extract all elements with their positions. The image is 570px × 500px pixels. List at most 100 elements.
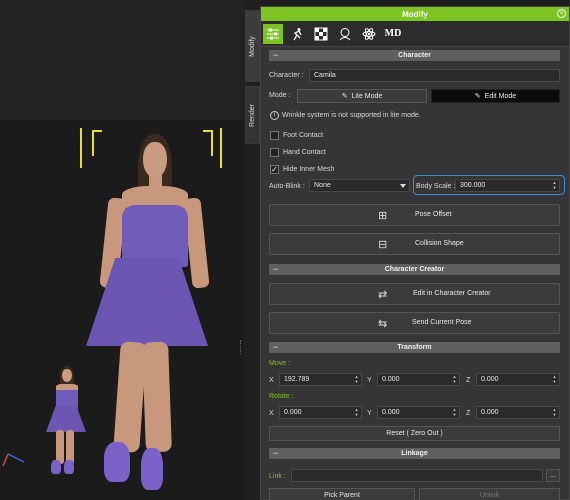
spinner-arrows-icon[interactable]: ▲ ▼ — [451, 374, 458, 385]
md-logo[interactable]: MD — [383, 24, 403, 44]
reset-transform-label: Reset ( Zero Out ) — [386, 430, 443, 437]
move-x-input[interactable]: 192.789 ▲ ▼ — [279, 373, 362, 386]
character-name-field[interactable]: Camila — [309, 69, 560, 82]
auto-blink-value: None — [314, 182, 331, 189]
panel-title-bar: Modify × — [261, 7, 569, 21]
hide-inner-mesh-label: Hide Inner Mesh — [283, 166, 335, 173]
shoe — [141, 448, 163, 490]
move-y-value: 0.000 — [382, 376, 400, 383]
viewport-background — [0, 0, 244, 120]
move-y-axis-label: Y — [367, 377, 372, 384]
edit-mode-label: Edit Mode — [484, 92, 517, 100]
hide-inner-mesh-checkbox[interactable]: ✓ — [270, 165, 279, 174]
spinner-arrows-icon[interactable]: ▲ ▼ — [353, 407, 360, 418]
rotate-x-input[interactable]: 0.000 ▲ ▼ — [279, 406, 362, 419]
run-icon[interactable] — [287, 24, 307, 44]
spinner-arrows-icon[interactable]: ▲ ▼ — [353, 374, 360, 385]
section-transform-title: Transform — [397, 344, 432, 351]
rotate-z-input[interactable]: 0.000 ▲ ▼ — [476, 406, 560, 419]
pencil-icon: ✎ — [341, 93, 348, 100]
chevron-down-icon — [400, 184, 406, 188]
edit-in-cc-button[interactable]: ⇄ Edit in Character Creator — [269, 283, 560, 305]
character-creator-icon: ⇄ — [378, 289, 388, 301]
selection-bracket — [92, 130, 102, 156]
body-scale-input[interactable]: 300.000 ▲ ▼ — [455, 179, 560, 192]
pose-offset-icon: ⊞ — [378, 210, 388, 222]
move-label: Move : — [269, 360, 291, 367]
collision-shape-button[interactable]: ⊟ Collision Shape — [269, 233, 560, 255]
rotate-y-axis-label: Y — [367, 410, 372, 417]
collapse-icon[interactable]: − — [273, 342, 278, 352]
info-icon: i — [270, 111, 279, 120]
panel-toolbar: MD — [261, 21, 569, 47]
collision-shape-icon: ⊟ — [378, 239, 388, 251]
spinner-arrows-icon[interactable]: ▲ ▼ — [551, 407, 558, 418]
spinner-arrows-icon[interactable]: ▲ ▼ — [551, 180, 558, 191]
collision-shape-label: Collision Shape — [415, 240, 464, 247]
modify-panel: Modify × MD − Character Character : Cami… — [260, 6, 570, 500]
close-icon[interactable]: × — [557, 9, 566, 18]
reset-transform-button[interactable]: Reset ( Zero Out ) — [269, 426, 560, 441]
rotate-y-input[interactable]: 0.000 ▲ ▼ — [377, 406, 460, 419]
spinner-arrows-icon[interactable]: ▲ ▼ — [551, 374, 558, 385]
hand-contact-label: Hand Contact — [283, 149, 326, 156]
section-linkage-title: Linkage — [401, 450, 428, 457]
tab-modify[interactable]: Modify — [245, 10, 260, 82]
send-pose-icon: ⇆ — [378, 318, 388, 330]
tab-render-label: Render — [249, 103, 256, 127]
unlink-button[interactable]: Unlink — [419, 488, 560, 500]
tab-render[interactable]: Render — [245, 86, 260, 144]
section-linkage[interactable]: − Linkage — [269, 448, 560, 459]
rotate-x-value: 0.000 — [284, 409, 302, 416]
selection-bracket — [203, 130, 213, 156]
section-character[interactable]: − Character — [269, 50, 560, 61]
info-message: Wrinkle system is not supported in lite … — [282, 112, 421, 119]
section-character-creator-title: Character Creator — [384, 266, 445, 273]
pencil-icon: ✎ — [474, 93, 481, 100]
shoe — [104, 442, 130, 482]
mode-label: Mode : — [269, 92, 291, 99]
pick-parent-button[interactable]: Pick Parent — [269, 488, 415, 500]
sliders-icon[interactable] — [263, 23, 283, 44]
lite-mode-button[interactable]: ✎ Lite Mode — [297, 89, 427, 103]
rotate-x-axis-label: X — [269, 410, 274, 417]
browse-link-button[interactable]: ... — [546, 469, 560, 482]
foot-contact-checkbox[interactable] — [270, 131, 279, 140]
atom-icon[interactable] — [359, 24, 379, 44]
unlink-label: Unlink — [479, 491, 500, 499]
head-icon[interactable] — [335, 24, 355, 44]
side-tab-strip: Modify Render — [244, 0, 260, 500]
pose-offset-label: Pose Offset — [415, 211, 452, 218]
auto-blink-label: Auto-Blink : — [269, 183, 305, 190]
spinner-arrows-icon[interactable]: ▲ ▼ — [451, 407, 458, 418]
collapse-icon[interactable]: − — [273, 264, 278, 274]
rotate-z-value: 0.000 — [481, 409, 499, 416]
body-scale-value: 300.000 — [460, 182, 486, 189]
ellipsis-icon: ... — [550, 472, 556, 479]
collapse-icon[interactable]: − — [273, 448, 278, 458]
hand-contact-checkbox[interactable] — [270, 148, 279, 157]
panel-title: Modify — [402, 9, 428, 19]
body-scale-label: Body Scale : — [416, 183, 456, 190]
dress — [122, 205, 188, 267]
collapse-icon[interactable]: − — [273, 50, 278, 60]
move-z-value: 0.000 — [481, 376, 499, 383]
selection-bracket — [216, 128, 222, 168]
pick-parent-label: Pick Parent — [324, 491, 360, 499]
edit-mode-button[interactable]: ✎ Edit Mode — [431, 89, 560, 103]
pose-offset-button[interactable]: ⊞ Pose Offset — [269, 204, 560, 226]
section-character-title: Character — [398, 52, 431, 59]
section-character-creator[interactable]: − Character Creator — [269, 264, 560, 275]
section-transform[interactable]: − Transform — [269, 342, 560, 353]
splitter-handle[interactable] — [240, 340, 242, 354]
3d-viewport[interactable] — [0, 0, 244, 500]
auto-blink-dropdown[interactable]: None — [309, 179, 410, 192]
link-target-field[interactable] — [291, 469, 543, 482]
rotate-z-axis-label: Z — [466, 410, 471, 417]
checker-icon[interactable] — [311, 24, 331, 44]
move-y-input[interactable]: 0.000 ▲ ▼ — [377, 373, 460, 386]
send-current-pose-button[interactable]: ⇆ Send Current Pose — [269, 312, 560, 334]
move-z-input[interactable]: 0.000 ▲ ▼ — [476, 373, 560, 386]
rotate-label: Rotate : — [269, 393, 294, 400]
move-x-value: 192.789 — [284, 376, 310, 383]
